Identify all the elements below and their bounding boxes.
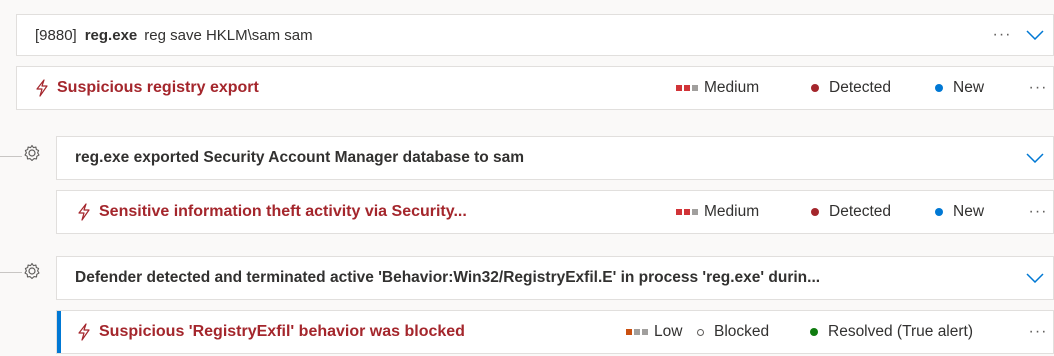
detection-dot-icon	[811, 84, 819, 92]
lightning-bolt-icon	[78, 203, 90, 221]
alert-title[interactable]: Suspicious 'RegistryExfil' behavior was …	[99, 323, 465, 341]
severity-label: Low	[654, 323, 683, 340]
chevron-down-icon[interactable]	[1017, 30, 1053, 40]
event-text: Defender detected and terminated active …	[75, 269, 821, 286]
event-row[interactable]: reg.exe exported Security Account Manage…	[56, 136, 1054, 180]
alert-row[interactable]: Suspicious registry export Medium Detect…	[16, 66, 1054, 110]
severity-bars-icon	[626, 329, 648, 335]
tree-connector	[0, 156, 22, 157]
event-row[interactable]: Defender detected and terminated active …	[56, 256, 1054, 300]
process-command: reg save HKLM\sam sam	[144, 26, 313, 44]
detection-label: Detected	[829, 79, 892, 96]
status-dot-icon	[935, 84, 943, 92]
more-options-button[interactable]: ···	[1023, 79, 1053, 97]
blocked-circle-icon	[697, 328, 704, 336]
severity-bars-icon	[676, 85, 698, 91]
status-label: New	[953, 79, 985, 96]
status-dot-icon	[935, 208, 943, 216]
process-name: reg.exe	[84, 26, 138, 44]
process-row[interactable]: [9880] reg.exe reg save HKLM\sam sam ···	[16, 14, 1054, 56]
alert-title[interactable]: Sensitive information theft activity via…	[99, 203, 467, 221]
severity-bars-icon	[676, 209, 698, 215]
status-label: Resolved (True alert)	[828, 323, 974, 340]
gear-icon	[24, 262, 40, 280]
severity-label: Medium	[704, 203, 760, 220]
tree-connector	[0, 272, 22, 273]
detection-label: Detected	[829, 203, 892, 220]
chevron-down-icon[interactable]	[1017, 273, 1053, 283]
detection-dot-icon	[811, 208, 819, 216]
more-options-button[interactable]: ···	[1023, 203, 1053, 221]
process-id: [9880]	[35, 26, 77, 44]
more-options-button[interactable]: ···	[1023, 323, 1053, 341]
more-options-button[interactable]: ···	[987, 26, 1017, 44]
status-label: New	[953, 203, 985, 220]
detection-label: Blocked	[714, 323, 770, 340]
lightning-bolt-icon	[36, 79, 48, 97]
lightning-bolt-icon	[78, 323, 90, 341]
selected-indicator	[57, 311, 61, 353]
alert-row[interactable]: Sensitive information theft activity via…	[56, 190, 1054, 234]
alert-title[interactable]: Suspicious registry export	[57, 79, 259, 97]
severity-label: Medium	[704, 79, 760, 96]
event-text: reg.exe exported Security Account Manage…	[75, 149, 525, 166]
chevron-down-icon[interactable]	[1017, 153, 1053, 163]
status-dot-icon	[810, 328, 818, 336]
gear-icon	[24, 144, 40, 162]
alert-row[interactable]: Suspicious 'RegistryExfil' behavior was …	[56, 310, 1054, 354]
